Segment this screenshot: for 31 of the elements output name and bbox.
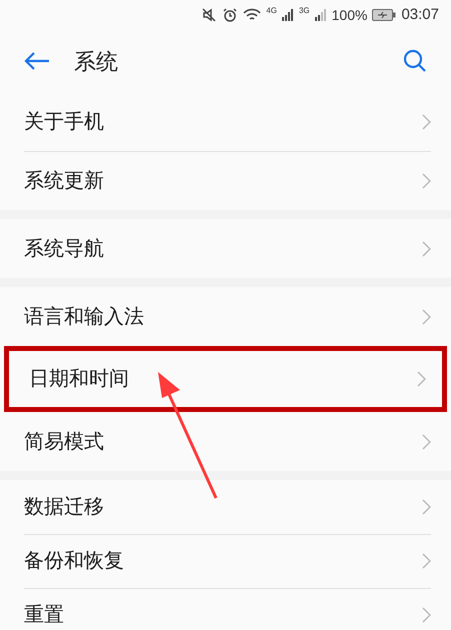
- settings-item[interactable]: 重置: [0, 588, 451, 630]
- settings-item[interactable]: 简易模式: [0, 412, 451, 471]
- network-label: 3G: [298, 5, 310, 17]
- chevron-icon: [422, 240, 431, 256]
- battery-percentage: 100%: [332, 6, 368, 24]
- wifi-icon: [243, 8, 262, 22]
- network-label: 4G: [266, 5, 277, 17]
- battery-icon: [372, 9, 396, 21]
- chevron-icon: [422, 308, 431, 324]
- chevron-icon: [422, 434, 431, 450]
- back-icon[interactable]: [24, 51, 50, 71]
- chevron-icon: [422, 553, 431, 569]
- settings-item[interactable]: 语言和输入法: [0, 287, 451, 346]
- page-title: 系统: [74, 48, 118, 76]
- signal-icon: [314, 9, 327, 21]
- mute-icon: [201, 7, 218, 23]
- search-icon[interactable]: [403, 49, 427, 73]
- chevron-icon: [422, 607, 431, 623]
- status-time: 03:07: [401, 4, 439, 25]
- settings-item[interactable]: 数据迁移: [0, 480, 451, 534]
- settings-item[interactable]: 备份和恢复: [0, 534, 451, 588]
- alarm-icon: [222, 7, 238, 23]
- chevron-icon: [422, 499, 431, 515]
- settings-item[interactable]: 系统更新: [0, 151, 451, 210]
- settings-item[interactable]: 系统导航: [0, 219, 451, 278]
- settings-item[interactable]: 日期和时间: [4, 346, 447, 412]
- signal-icon: [282, 9, 294, 21]
- settings-item[interactable]: 关于手机: [0, 92, 451, 151]
- chevron-icon: [417, 371, 426, 387]
- chevron-icon: [422, 114, 431, 130]
- chevron-icon: [422, 172, 431, 188]
